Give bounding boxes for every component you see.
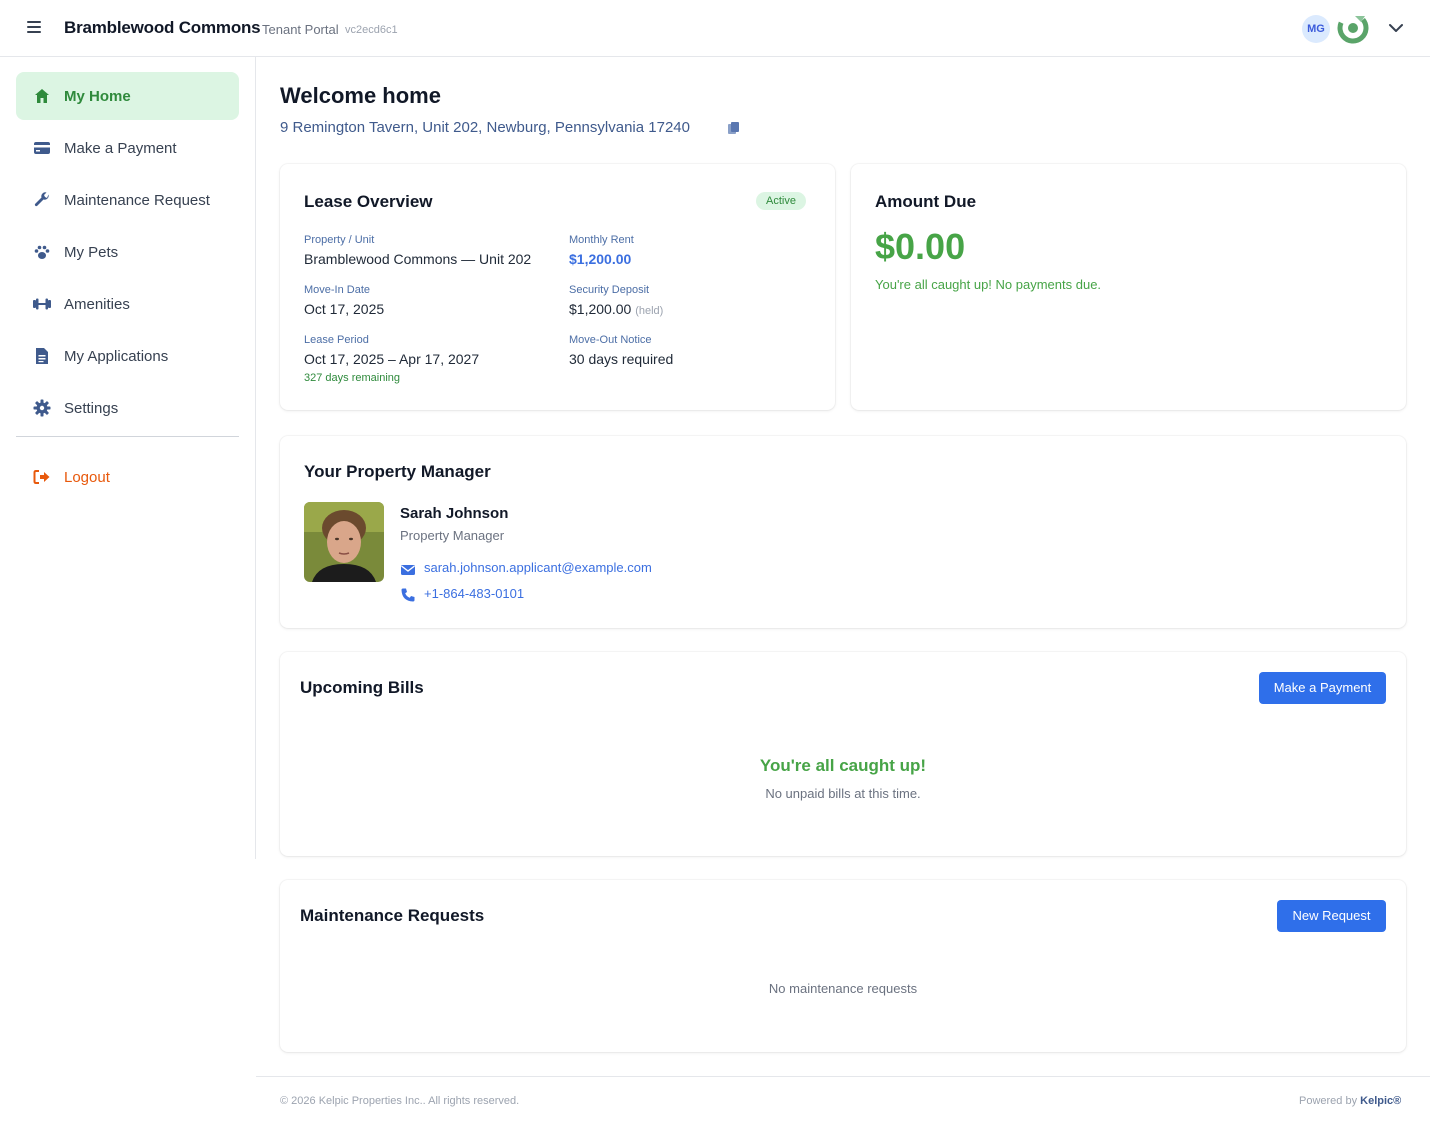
move-out-notice-value: 30 days required — [569, 351, 674, 367]
page-title: Welcome home — [280, 83, 441, 108]
sidebar-item-my-applications[interactable]: My Applications — [16, 332, 239, 380]
property-manager-card: Your Property Manager Sarah Johnson Prop… — [280, 436, 1406, 628]
new-request-button[interactable]: New Request — [1277, 900, 1386, 932]
sidebar-item-amenities[interactable]: Amenities — [16, 280, 239, 328]
logout-icon — [32, 467, 52, 487]
document-icon — [32, 346, 52, 366]
footer-divider — [256, 1076, 1430, 1077]
chevron-down-icon[interactable] — [1386, 18, 1406, 38]
wrench-icon — [32, 190, 52, 210]
amount-due-card: Amount Due $0.00 You're all caught up! N… — [851, 164, 1406, 410]
menu-icon[interactable] — [24, 18, 44, 38]
top-bar: Bramblewood Commons Tenant Portal vc2ecd… — [0, 0, 1430, 57]
powered-by-prefix: Powered by — [1299, 1095, 1358, 1107]
sidebar-item-make-payment[interactable]: Make a Payment — [16, 124, 239, 172]
sidebar-item-label: Amenities — [64, 295, 130, 313]
move-in-value: Oct 17, 2025 — [304, 301, 385, 317]
sidebar-item-label: My Home — [64, 87, 131, 105]
property-manager-title: Your Property Manager — [304, 462, 491, 481]
monthly-rent-value: $1,200.00 — [569, 251, 632, 267]
make-payment-button[interactable]: Make a Payment — [1259, 672, 1386, 704]
manager-photo — [304, 502, 384, 582]
sidebar-item-label: Make a Payment — [64, 139, 177, 157]
move-in-label: Move-In Date — [304, 284, 371, 296]
sidebar-item-label: My Applications — [64, 347, 169, 365]
lease-period-value: Oct 17, 2025 – Apr 17, 2027 — [304, 351, 480, 367]
powered-by-brand: Kelpic® — [1360, 1095, 1402, 1107]
sidebar-divider — [16, 436, 239, 437]
sidebar-item-label: Maintenance Request — [64, 191, 210, 209]
sidebar-item-label: Logout — [64, 468, 110, 486]
sidebar-item-label: My Pets — [64, 243, 119, 261]
lease-period-label: Lease Period — [304, 334, 369, 346]
move-out-notice-label: Move-Out Notice — [569, 334, 652, 346]
maintenance-empty-message: No maintenance requests — [768, 981, 918, 996]
envelope-icon — [401, 565, 415, 575]
property-unit-value: Bramblewood Commons — Unit 202 — [304, 251, 532, 267]
home-icon — [32, 86, 52, 106]
dumbbell-icon — [32, 294, 52, 314]
sidebar-item-my-pets[interactable]: My Pets — [16, 228, 239, 276]
footer-powered-by: Powered by Kelpic® — [1299, 1095, 1401, 1107]
amount-due-note: You're all caught up! No payments due. — [875, 277, 1102, 292]
amount-due-value: $0.00 — [875, 226, 966, 267]
property-address: 9 Remington Tavern, Unit 202, Newburg, P… — [280, 119, 690, 136]
maintenance-requests-title: Maintenance Requests — [300, 906, 485, 925]
manager-phone-link[interactable]: +1-864-483-0101 — [424, 586, 524, 601]
sidebar: My Home Make a Payment Maintenance Reque… — [0, 57, 256, 859]
footer-copyright: © 2026 Kelpic Properties Inc.. All right… — [280, 1095, 520, 1107]
portal-subtitle: Tenant Portal — [262, 22, 339, 37]
monthly-rent-label: Monthly Rent — [569, 234, 634, 246]
sidebar-item-my-home[interactable]: My Home — [16, 72, 239, 120]
deposit-held-note: (held) — [635, 305, 664, 317]
amount-due-title: Amount Due — [875, 192, 977, 211]
sidebar-item-settings[interactable]: Settings — [16, 384, 239, 432]
phone-icon — [401, 588, 415, 602]
user-avatar[interactable]: MG — [1302, 15, 1330, 43]
upcoming-bills-card: Upcoming Bills Make a Payment You're all… — [280, 652, 1406, 856]
manager-role: Property Manager — [400, 528, 505, 543]
bills-empty-subtitle: No unpaid bills at this time. — [765, 786, 921, 801]
version-label: vc2ecd6c1 — [345, 24, 398, 36]
status-badge: Active — [756, 192, 806, 210]
days-remaining: 327 days remaining — [304, 372, 401, 384]
property-unit-label: Property / Unit — [304, 234, 375, 246]
maintenance-requests-card: Maintenance Requests New Request No main… — [280, 880, 1406, 1052]
security-deposit-value: $1,200.00 — [569, 301, 632, 317]
manager-email-link[interactable]: sarah.johnson.applicant@example.com — [424, 560, 652, 575]
bills-empty-title: You're all caught up! — [759, 756, 927, 775]
company-logo-icon — [1337, 12, 1369, 44]
sidebar-item-label: Settings — [64, 399, 119, 417]
security-deposit-field: $1,200.00 (held) — [569, 301, 663, 317]
lease-overview-card: Lease Overview Active Property / Unit Br… — [280, 164, 835, 410]
manager-name: Sarah Johnson — [400, 505, 509, 522]
credit-card-icon — [32, 138, 52, 158]
sidebar-item-logout[interactable]: Logout — [16, 453, 239, 501]
security-deposit-label: Security Deposit — [569, 284, 650, 296]
upcoming-bills-title: Upcoming Bills — [300, 678, 424, 697]
lease-overview-title: Lease Overview — [304, 192, 433, 211]
copy-icon[interactable] — [727, 121, 741, 135]
paw-icon — [32, 242, 52, 262]
brand-name: Bramblewood Commons — [64, 18, 261, 37]
sidebar-item-maintenance-request[interactable]: Maintenance Request — [16, 176, 239, 224]
gear-icon — [32, 398, 52, 418]
